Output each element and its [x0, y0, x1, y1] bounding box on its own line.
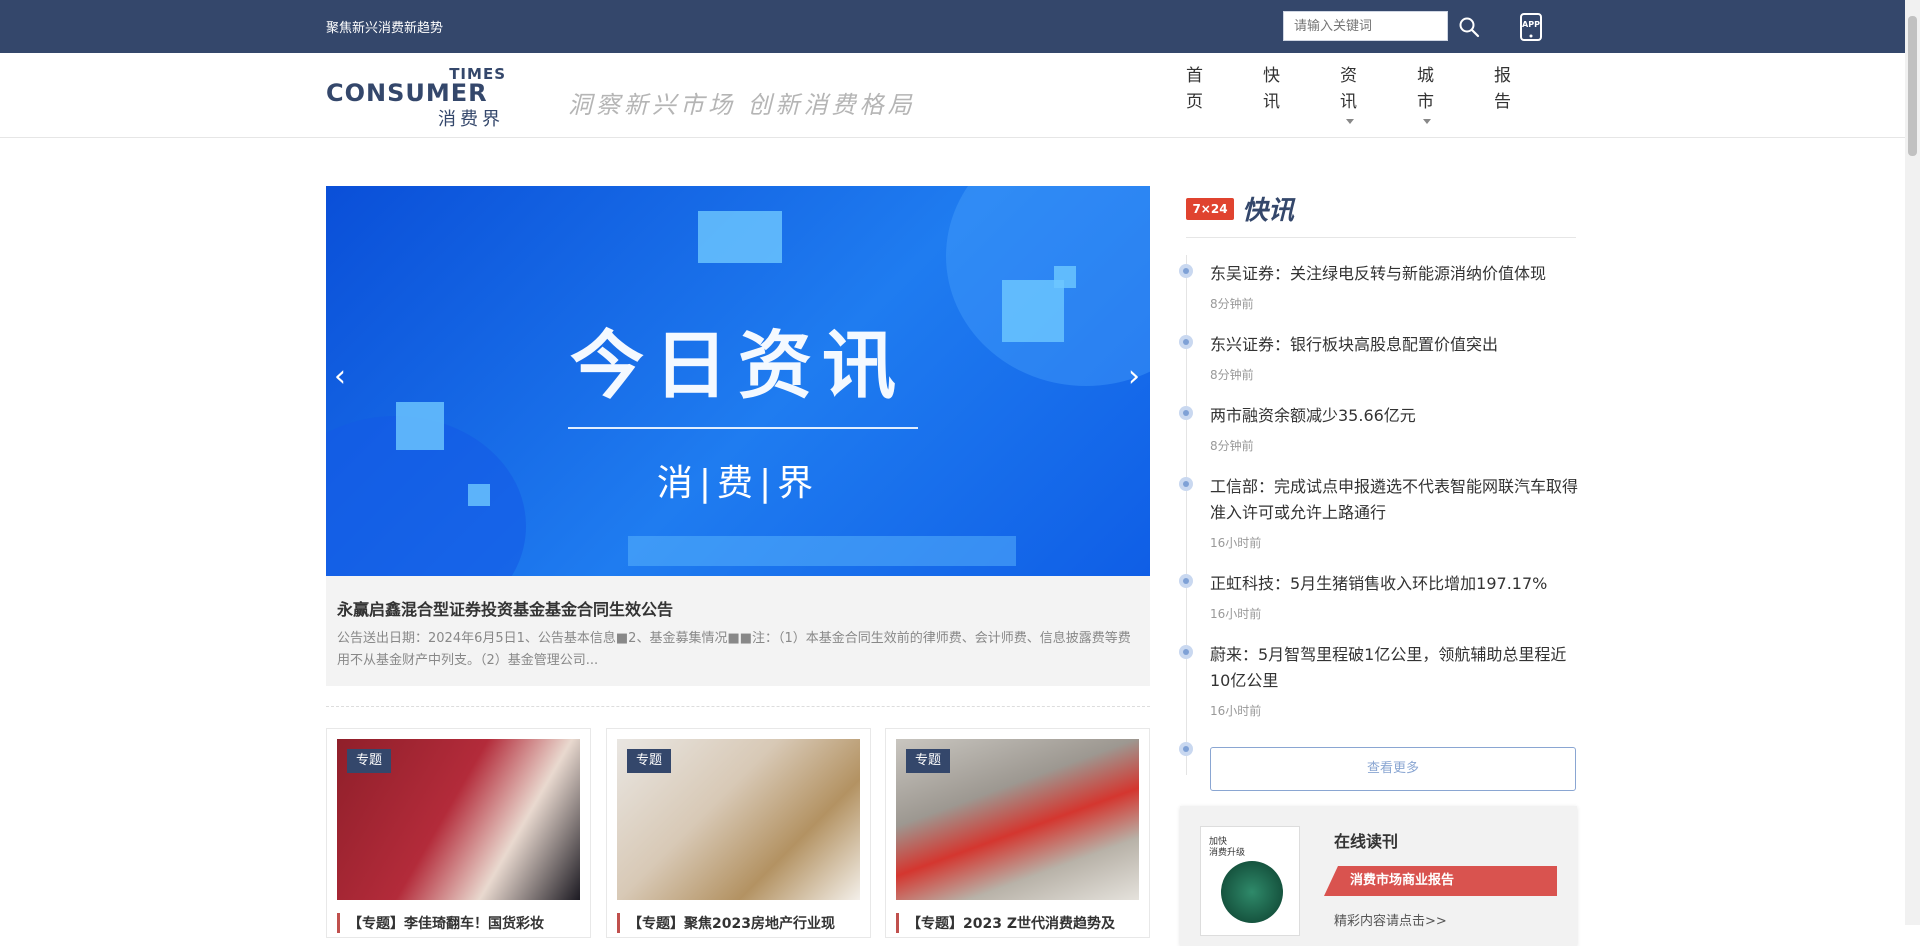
- site-logo[interactable]: TIMES CONSUMER 消费界: [326, 65, 506, 130]
- news-title[interactable]: 两市融资余额减少35.66亿元: [1210, 403, 1580, 429]
- chevron-down-icon: [1423, 119, 1431, 124]
- nav-home[interactable]: 首 页: [1186, 63, 1263, 115]
- nav-label-top: 资: [1340, 66, 1357, 86]
- card-title[interactable]: 【专题】聚焦2023房地产行业现: [617, 913, 862, 933]
- search-input[interactable]: [1284, 12, 1447, 40]
- decor-square: [698, 211, 782, 263]
- magazine-title: 在线读刊: [1334, 832, 1399, 851]
- topic-card[interactable]: 专题 【专题】聚焦2023房地产行业现: [606, 728, 871, 938]
- search-box: [1283, 11, 1448, 41]
- nav-label-bottom: 市: [1417, 92, 1434, 112]
- magazine-cover[interactable]: 加快 消费升级: [1200, 826, 1300, 936]
- nav-label-top: 首: [1186, 66, 1203, 86]
- nav-city[interactable]: 城 市: [1417, 63, 1494, 124]
- timeline-dot-icon: [1179, 477, 1193, 491]
- topic-card[interactable]: 专题 【专题】2023 Z世代消费趋势及: [885, 728, 1150, 938]
- top-slogan: 聚焦新兴消费新趋势: [326, 21, 444, 36]
- news-time: 16小时前: [1210, 536, 1262, 550]
- timeline-dot-icon: [1179, 574, 1193, 588]
- news-time: 8分钟前: [1210, 297, 1254, 311]
- site-motto: 洞察新兴市场 创新消费格局: [568, 91, 916, 119]
- card-tag: 专题: [906, 749, 951, 773]
- logo-consumer: CONSUMER: [326, 79, 488, 107]
- flash-heading: 快讯: [1242, 196, 1295, 226]
- globe-icon: [1221, 861, 1283, 923]
- header: TIMES CONSUMER 消费界 洞察新兴市场 创新消费格局 首 页 快 讯…: [0, 53, 1905, 138]
- decor-bar: [628, 536, 1016, 566]
- nav-label-bottom: 讯: [1263, 92, 1280, 112]
- hero-carousel[interactable]: 今日资讯 消|费|界 ‹ ›: [326, 186, 1150, 576]
- nav-label-top: 城: [1417, 66, 1434, 86]
- banner-divider: [568, 427, 918, 429]
- timeline-dot-icon: [1179, 406, 1193, 420]
- news-title[interactable]: 东吴证券：关注绿电反转与新能源消纳价值体现: [1210, 261, 1580, 287]
- banner-caption[interactable]: 永赢启鑫混合型证券投资基金基金合同生效公告 公告送出日期：2024年6月5日1、…: [326, 576, 1150, 686]
- timeline-line: [1186, 255, 1187, 775]
- online-magazine[interactable]: 加快 消费升级 在线读刊 消费市场商业报告 精彩内容请点击>>: [1180, 806, 1577, 946]
- magazine-ribbon[interactable]: 消费市场商业报告: [1324, 866, 1557, 896]
- carousel-prev-icon[interactable]: ‹: [334, 362, 346, 392]
- card-tag: 专题: [347, 749, 392, 773]
- top-bar: 聚焦新兴消费新趋势 APP: [0, 0, 1905, 53]
- nav-flash[interactable]: 快 讯: [1263, 63, 1340, 115]
- timeline-dot-icon: [1179, 645, 1193, 659]
- decor-square: [1054, 266, 1076, 288]
- flash-news-timeline: 东吴证券：关注绿电反转与新能源消纳价值体现 8分钟前 东兴证券：银行板块高股息配…: [1179, 255, 1578, 775]
- logo-cn: 消费界: [438, 109, 504, 130]
- news-title[interactable]: 工信部：完成试点申报遴选不代表智能网联汽车取得准入许可或允许上路通行: [1210, 474, 1580, 526]
- card-image[interactable]: 专题: [896, 739, 1139, 900]
- chevron-down-icon: [1346, 119, 1354, 124]
- view-more-button[interactable]: 查看更多: [1210, 747, 1576, 791]
- nav-label-top: 报: [1494, 66, 1511, 86]
- card-title[interactable]: 【专题】2023 Z世代消费趋势及: [896, 913, 1141, 933]
- timeline-dot-icon: [1179, 264, 1193, 278]
- scrollbar-thumb[interactable]: [1908, 16, 1917, 156]
- news-title[interactable]: 正虹科技：5月生猪销售收入环比增加197.17%: [1210, 571, 1580, 597]
- caption-desc: 公告送出日期：2024年6月5日1、公告基本信息■2、基金募集情况■■注：（1）…: [337, 631, 1131, 668]
- nav-report[interactable]: 报 告: [1494, 63, 1571, 115]
- card-tag: 专题: [627, 749, 672, 773]
- section-divider: [326, 706, 1150, 707]
- nav-label-bottom: 页: [1186, 92, 1203, 112]
- app-label: APP: [1522, 20, 1540, 29]
- banner-subtitle: 消|费|界: [656, 463, 820, 504]
- topic-card[interactable]: 专题 【专题】李佳琦翻车！国货彩妆: [326, 728, 591, 938]
- nav-label-bottom: 讯: [1340, 92, 1357, 112]
- nav-label-top: 快: [1263, 66, 1280, 86]
- card-image[interactable]: 专题: [337, 739, 580, 900]
- news-time: 16小时前: [1210, 607, 1262, 621]
- card-image[interactable]: 专题: [617, 739, 860, 900]
- flash-news-header: 7×24 快讯: [1186, 190, 1576, 238]
- news-time: 8分钟前: [1210, 439, 1254, 453]
- card-title[interactable]: 【专题】李佳琦翻车！国货彩妆: [337, 913, 582, 933]
- news-time: 8分钟前: [1210, 368, 1254, 382]
- page-scrollbar[interactable]: [1905, 0, 1920, 925]
- timeline-dot-icon: [1179, 742, 1193, 756]
- carousel-next-icon[interactable]: ›: [1128, 362, 1140, 392]
- banner-title: 今日资讯: [570, 323, 906, 409]
- news-title[interactable]: 东兴证券：银行板块高股息配置价值突出: [1210, 332, 1580, 358]
- main-nav: 首 页 快 讯 资 讯 城 市 报 告: [1186, 63, 1571, 124]
- search-icon[interactable]: [1457, 15, 1481, 39]
- cover-text: 加快 消费升级: [1209, 837, 1246, 858]
- news-title[interactable]: 蔚来：5月智驾里程破1亿公里，领航辅助总里程近10亿公里: [1210, 642, 1580, 694]
- nav-label-bottom: 告: [1494, 92, 1511, 112]
- magazine-link[interactable]: 精彩内容请点击>>: [1334, 910, 1447, 929]
- caption-title[interactable]: 永赢启鑫混合型证券投资基金基金合同生效公告: [337, 596, 673, 620]
- nav-news[interactable]: 资 讯: [1340, 63, 1417, 124]
- news-time: 16小时前: [1210, 704, 1262, 718]
- app-download-icon[interactable]: APP: [1517, 13, 1545, 41]
- flash-badge: 7×24: [1186, 198, 1234, 220]
- timeline-dot-icon: [1179, 335, 1193, 349]
